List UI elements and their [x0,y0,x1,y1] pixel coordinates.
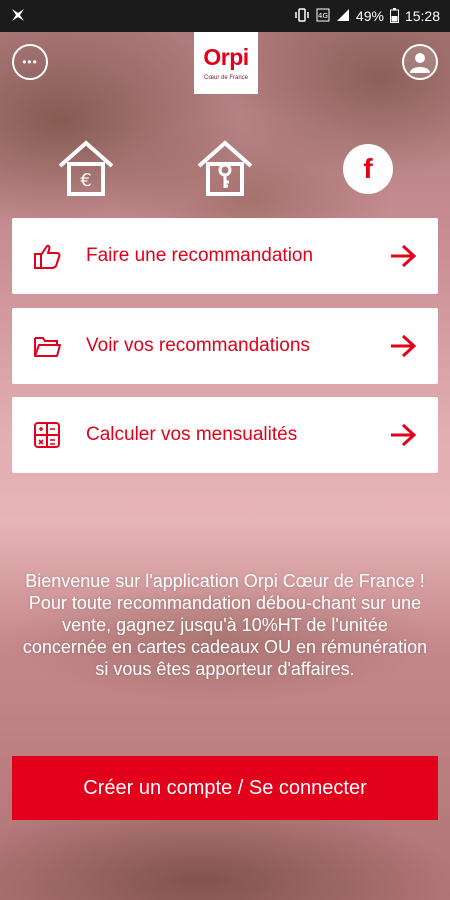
facebook-glyph: f [363,153,373,184]
create-account-button[interactable]: Créer un compte / Se connecter [12,756,438,820]
logo-subtitle: Cœur de France [203,74,248,81]
arrow-right-icon [388,331,418,361]
svg-text:€: € [80,170,91,191]
user-circle-icon[interactable] [402,44,438,80]
calculate-payments-button[interactable]: Calculer vos mensualités [12,397,438,473]
facebook-icon[interactable]: f [343,144,393,194]
welcome-message: Bienvenue sur l'application Orpi Cœur de… [20,570,430,680]
recommend-button[interactable]: Faire une recommandation [12,218,438,294]
4g-icon: 4G [316,8,330,24]
welcome-line: Pour toute recommandation débou-chant su… [22,593,428,679]
arrow-right-icon [388,241,418,271]
battery-icon [389,7,399,25]
card-label: Calculer vos mensualités [86,424,298,445]
view-recommendations-button[interactable]: Voir vos recommandations [12,308,438,384]
dots-circle-icon[interactable]: ••• [12,44,48,80]
card-label: Faire une recommandation [86,245,314,266]
folder-open-icon [32,331,62,361]
logo-word: Orpi [203,43,249,70]
key-house-icon[interactable] [196,140,254,196]
cta-label: Créer un compte / Se connecter [83,776,367,799]
shortcut-bar: € f [0,140,450,196]
battery-percent: 49% [355,8,384,24]
arrow-right-icon [388,420,418,450]
euro-house-icon[interactable]: € [57,140,115,196]
app-notification-icon [10,7,26,25]
calculator-icon [32,420,62,450]
card-label: Voir vos recommandations [86,335,310,356]
signal-icon [336,8,350,24]
app-header: ••• Orpi Cœur de France [0,32,450,102]
orpi-logo: Orpi Cœur de France [194,32,258,94]
vibrate-icon [294,8,310,24]
thumbs-up-icon [32,241,62,271]
welcome-line: Bienvenue sur l'application Orpi Cœur de… [25,571,425,591]
status-bar: 4G 49% 15:28 [0,0,450,32]
svg-text:4G: 4G [318,12,328,20]
clock: 15:28 [404,8,440,24]
